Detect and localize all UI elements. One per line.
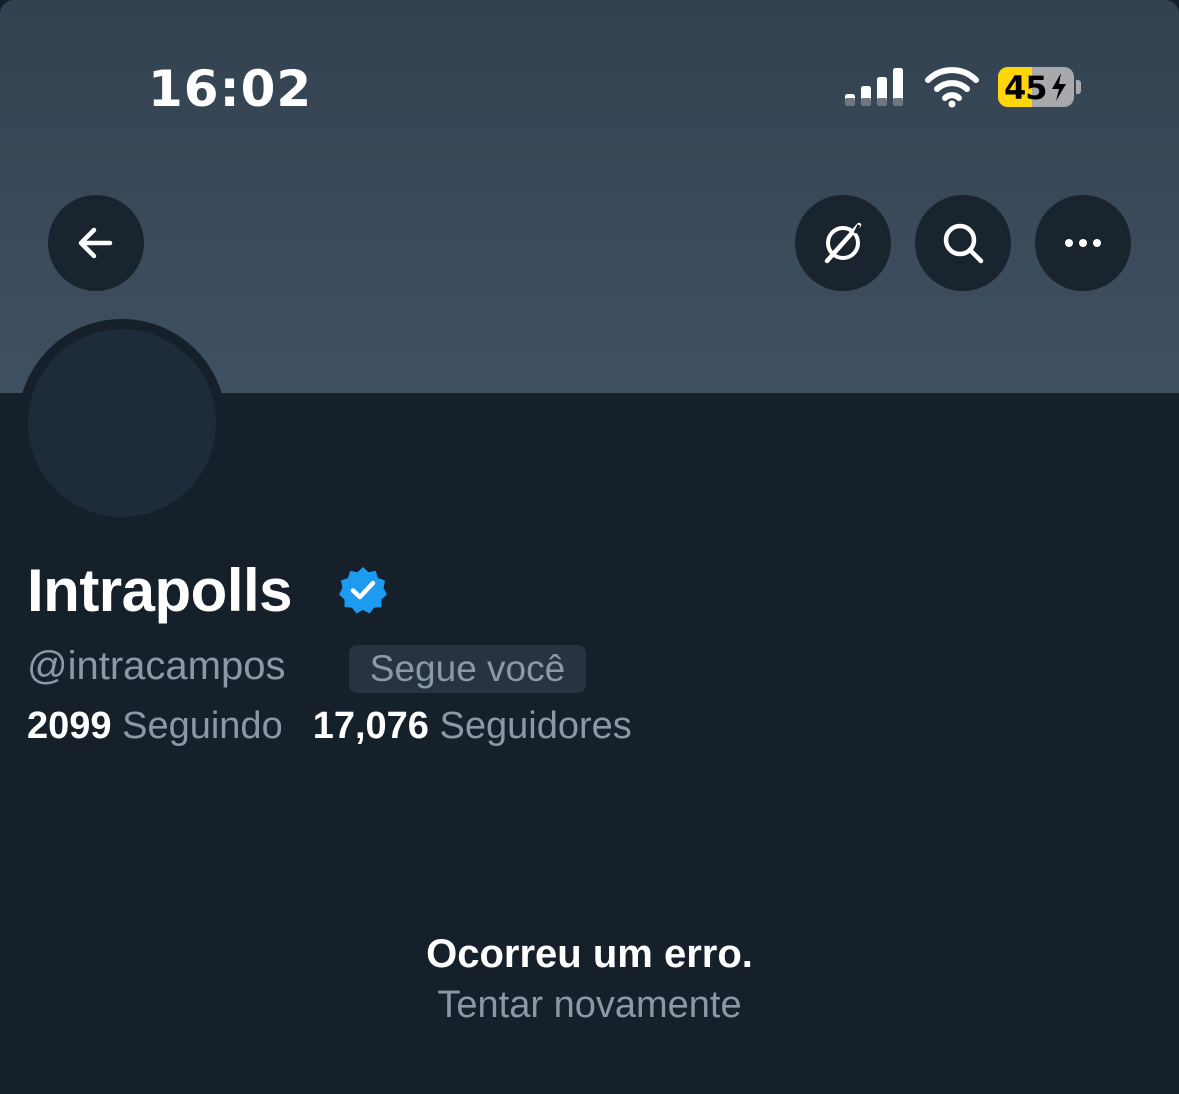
retry-button[interactable]: Tentar novamente xyxy=(0,984,1179,1027)
followers-link[interactable]: 17,076 Seguidores xyxy=(313,705,632,747)
battery-level: 45 xyxy=(1004,69,1048,107)
follows-you-badge: Segue você xyxy=(349,645,586,693)
followers-label: Seguidores xyxy=(439,705,632,747)
error-message: Ocorreu um erro. xyxy=(426,932,753,976)
arrow-left-icon xyxy=(78,227,113,259)
verified-badge-icon[interactable] xyxy=(338,565,388,615)
more-horizontal-icon xyxy=(1065,239,1101,247)
following-label: Seguindo xyxy=(122,705,283,747)
search-button[interactable] xyxy=(915,195,1011,291)
back-button[interactable] xyxy=(48,195,144,291)
profile-name: Intrapolls xyxy=(27,557,293,624)
cellular-signal-icon xyxy=(845,68,903,106)
grok-button[interactable] xyxy=(795,195,891,291)
following-count: 2099 xyxy=(27,705,112,747)
more-options-button[interactable] xyxy=(1035,195,1131,291)
profile-handle: @intracampos xyxy=(27,644,286,688)
charging-bolt-icon xyxy=(1052,73,1066,101)
battery-indicator: 45 xyxy=(998,67,1082,109)
grok-icon xyxy=(824,222,862,264)
wifi-icon xyxy=(925,67,979,108)
followers-count: 17,076 xyxy=(312,705,429,747)
following-link[interactable]: 2099 Seguindo xyxy=(27,705,283,747)
search-icon xyxy=(943,223,984,264)
follow-stats: 2099 Seguindo 17,076 Seguidores xyxy=(27,705,632,748)
status-time: 16:02 xyxy=(148,60,313,118)
avatar[interactable] xyxy=(28,329,216,517)
